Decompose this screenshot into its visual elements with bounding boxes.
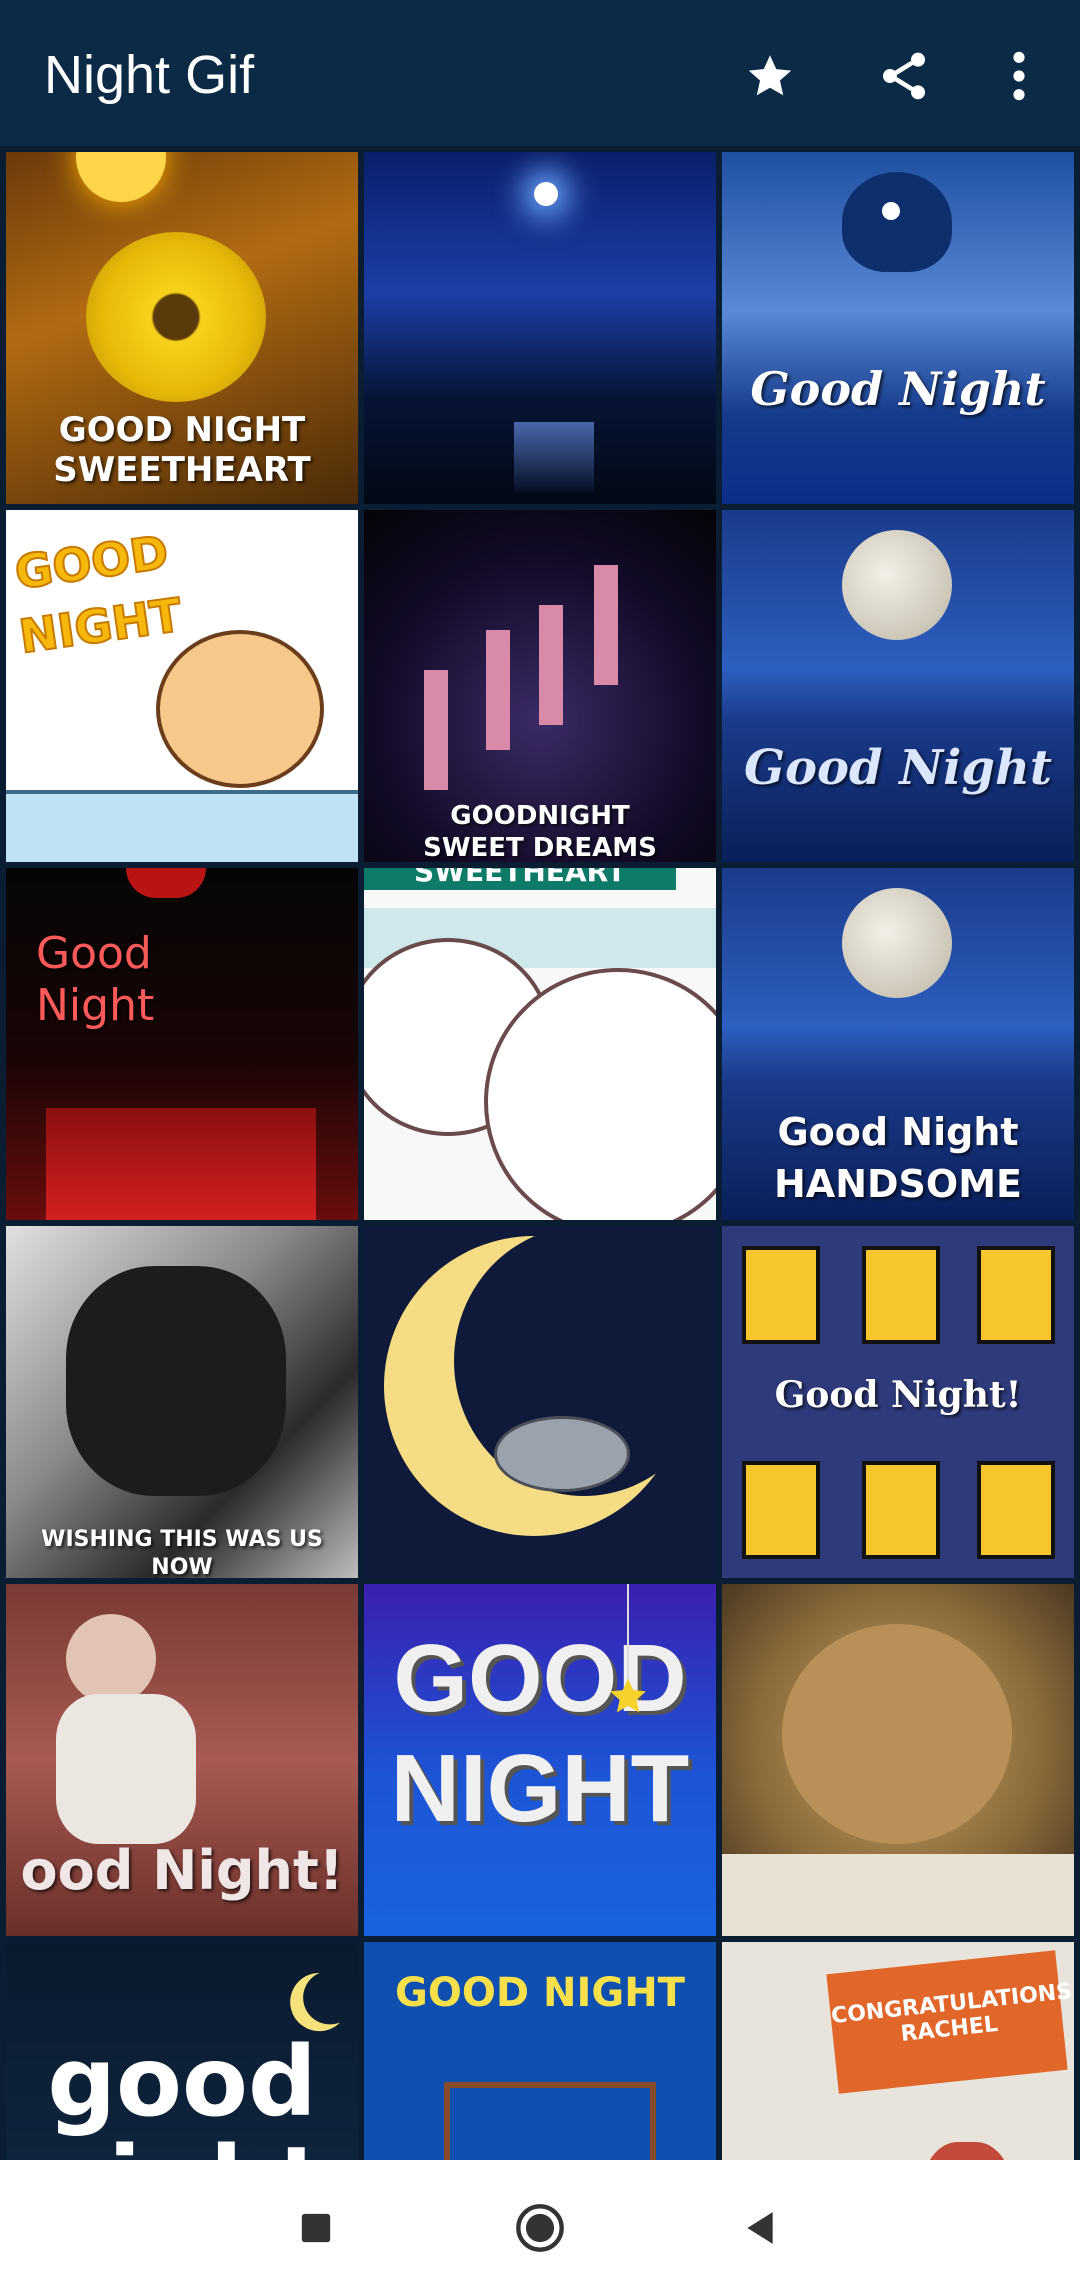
gif-tile-good-night-rain[interactable]: Good Night [6,868,358,1220]
gif-caption: GOOD NIGHT [10,524,186,665]
gif-caption: Good Night [750,362,1046,416]
favorite-button[interactable] [734,40,806,112]
gif-caption: GOODNIGHT SWEET DREAMS [423,801,657,862]
gif-tile-bunny-sweetheart[interactable]: SWEETHEART [364,868,716,1220]
gif-caption: SWEETHEART [364,868,676,890]
gif-tile-baby-good-night[interactable]: ood Night! [6,1584,358,1936]
window-shape [742,1461,820,1559]
gif-tile-wishing-this-was-us[interactable]: WISHING THIS WAS US NOW [6,1226,358,1578]
window-shape [862,1461,940,1559]
more-options-button[interactable] [983,40,1055,112]
star-icon [610,1678,646,1713]
blanket-shape [6,790,358,862]
window-shape [742,1246,820,1344]
rose-shape [126,868,206,898]
gif-caption: GOOD NIGHT SWEETHEART [53,410,311,490]
star-icon [748,55,792,96]
gif-caption: WISHING THIS WAS US NOW [41,1527,323,1578]
heart-shape [842,172,952,272]
app-title: Night Gif [44,45,255,105]
system-nav-bar [0,2160,1080,2293]
window-shape [977,1461,1055,1559]
gif-tile-good-night-moon-stars[interactable]: Good Night [722,510,1074,862]
couple-shape [66,1266,286,1496]
gif-tile-congratulations-room[interactable]: CONGRATULATIONS RACHEL [722,1942,1074,2160]
star-string [627,1584,629,1684]
baby-body [56,1694,196,1844]
more-vert-icon [1013,51,1025,101]
moon-shape [76,152,166,202]
crib-shape [444,2082,656,2160]
gif-caption: GOOD NIGHT [395,1970,685,2016]
recents-button[interactable] [284,2196,348,2260]
moon-reflection [514,422,594,492]
gif-tile-good-night-sweetheart[interactable]: GOOD NIGHT SWEETHEART [6,152,358,504]
gif-caption: Good Night HANDSOME [773,1110,1022,1206]
moon-shape [534,182,558,206]
moon-shape [882,202,900,220]
gif-tile-good-night-handsome[interactable]: Good Night HANDSOME [722,868,1074,1220]
gif-tile-candles-sweet-dreams[interactable]: GOODNIGHT SWEET DREAMS [364,510,716,862]
gif-tile-good-night-windows[interactable]: Good Night! [722,1226,1074,1578]
red-path [46,1108,316,1220]
kitten-face [782,1624,1012,1844]
circle-icon [516,2204,564,2252]
cat-shape [494,1416,630,1492]
gif-tile-bear-good-night[interactable]: GOOD NIGHT [6,510,358,862]
candle [424,670,448,790]
app-bar: Night Gif [0,0,1080,146]
share-button[interactable] [868,40,940,112]
moon-shape [842,530,952,640]
gif-tile-good-night-moon-text[interactable]: good night [6,1942,358,2160]
candle [539,605,563,725]
gif-caption: GOOD NIGHT [390,1625,690,1842]
baby-head [66,1614,156,1704]
gif-caption: Good Night [743,740,1053,796]
gif-tile-cat-on-moon[interactable] [364,1226,716,1578]
square-icon [301,2213,331,2243]
back-button[interactable] [728,2196,792,2260]
gif-grid: GOOD NIGHT SWEETHEART Good Night GOOD NI… [0,150,1080,2160]
bear-face [156,630,324,788]
share-icon [883,52,925,100]
back-triangle-icon [747,2212,773,2244]
gif-tile-good-night-crib[interactable]: GOOD NIGHT [364,1942,716,2160]
person-shape [922,2142,1012,2160]
candle [486,630,510,750]
gif-tile-kitten[interactable] [722,1584,1074,1936]
moon-shape [842,888,952,998]
gif-caption: Good Night! [774,1374,1022,1416]
sunflower-shape [86,232,266,402]
gif-caption: Good Night [36,928,155,1031]
gif-tile-good-night-star[interactable]: GOOD NIGHT [364,1584,716,1936]
window-shape [977,1246,1055,1344]
gif-caption: good night [40,2026,324,2160]
gif-tile-moonlit-sea[interactable] [364,152,716,504]
home-button[interactable] [508,2196,572,2260]
candle [594,565,618,685]
window-shape [862,1246,940,1344]
gif-caption: ood Night! [20,1839,344,1902]
gif-tile-good-night-heart-clouds[interactable]: Good Night [722,152,1074,504]
blanket-shape [722,1854,1074,1936]
